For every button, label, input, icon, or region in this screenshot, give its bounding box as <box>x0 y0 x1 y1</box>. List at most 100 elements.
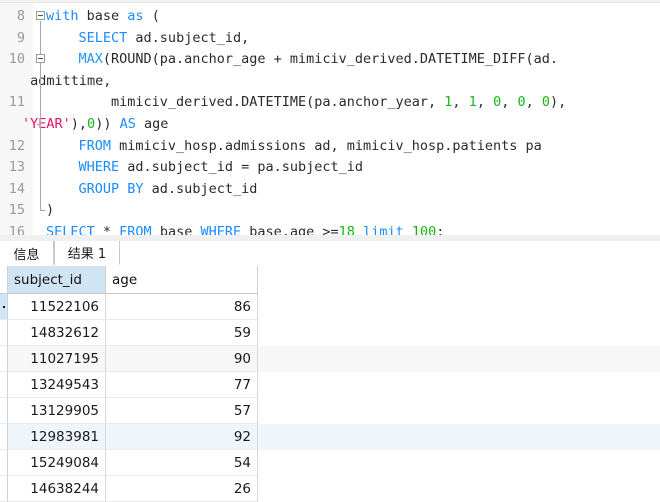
line-number: 14 <box>8 180 25 197</box>
cell-subject-id[interactable]: 14638244 <box>8 476 106 502</box>
line-number: 15 <box>8 202 25 219</box>
fold-collapse-icon[interactable] <box>36 54 45 64</box>
code-line[interactable]: SELECT * FROM base WHERE base.age >=18 l… <box>46 222 444 235</box>
code-line[interactable]: mimiciv_derived.DATETIME(pa.anchor_year,… <box>46 92 566 114</box>
cell-subject-id[interactable]: 15249084 <box>8 450 106 476</box>
code-token: 0 <box>493 94 502 111</box>
table-row[interactable]: 13249543 77 <box>0 372 660 398</box>
column-header-subject_id[interactable]: subject_id <box>8 266 106 294</box>
cell-subject-id[interactable]: 13129905 <box>8 398 106 424</box>
results-grid[interactable]: subject_id age 11522106 86 14832612 59 110271… <box>0 266 660 502</box>
code-token: (ROUND(pa.anchor_age + mimiciv_derived.D… <box>102 51 559 68</box>
results-tabstrip[interactable]: 信息 结果 1 <box>0 241 660 265</box>
cell-subject-id[interactable]: 11027195 <box>8 346 106 372</box>
code-line[interactable]: 'YEAR'),0)) AS age <box>22 114 168 136</box>
cell-age[interactable]: 77 <box>106 372 258 398</box>
cell-subject-id[interactable]: 14832612 <box>8 320 106 346</box>
row-header-selector[interactable] <box>0 398 8 424</box>
sql-code-area[interactable]: 8 with base as (9 SELECT ad.subject_id, 10… <box>0 3 660 235</box>
row-header-selector[interactable] <box>0 294 8 320</box>
code-token: ), <box>550 94 567 111</box>
code-token: base <box>78 8 128 24</box>
grid-header-row[interactable]: subject_id age <box>0 266 660 294</box>
line-number: 9 <box>16 29 25 46</box>
cell-subject-id[interactable]: 13249543 <box>8 372 106 398</box>
code-token: with <box>46 8 79 24</box>
row-header-selector[interactable] <box>0 476 8 502</box>
code-line[interactable]: admittime, <box>22 71 111 93</box>
cell-subject-id[interactable]: 11522106 <box>8 294 106 320</box>
cell-age[interactable]: 26 <box>106 476 258 502</box>
fold-guideline <box>40 21 41 211</box>
code-token: 'YEAR' <box>22 116 71 132</box>
row-header-selector[interactable] <box>0 372 8 398</box>
code-token: age <box>135 116 169 132</box>
table-row[interactable]: 14832612 59 <box>0 320 660 346</box>
results-tab-info[interactable]: 信息 <box>0 241 54 265</box>
column-header-age[interactable]: age <box>106 266 258 294</box>
current-row-marker-icon <box>3 306 5 308</box>
code-token: as <box>127 8 144 24</box>
code-token: 0 <box>87 116 96 132</box>
code-token: , <box>525 94 542 111</box>
code-line[interactable]: GROUP BY ad.subject_id <box>46 179 258 201</box>
code-token: )) <box>95 116 120 132</box>
row-header-selector[interactable] <box>0 424 8 450</box>
code-token: ) <box>46 202 55 219</box>
sql-editor-panel[interactable]: 8 with base as (9 SELECT ad.subject_id, 10… <box>0 3 660 235</box>
table-row[interactable]: 12983981 92 <box>0 424 660 450</box>
code-token: mimiciv_hosp.admissions ad, mimiciv_hosp… <box>111 137 542 154</box>
cell-age[interactable]: 54 <box>106 450 258 476</box>
code-line[interactable]: WHERE ad.subject_id = pa.subject_id <box>46 157 363 179</box>
cell-age[interactable]: 92 <box>106 424 258 450</box>
row-header-selector[interactable] <box>0 346 8 372</box>
code-token: 0 <box>541 94 551 111</box>
table-row[interactable]: 11027195 90 <box>0 346 660 372</box>
cell-age[interactable]: 59 <box>106 320 258 346</box>
code-token: SELECT <box>78 29 128 46</box>
cell-age[interactable]: 86 <box>106 294 258 320</box>
code-token: , <box>476 94 494 111</box>
code-token: ad.subject_id = pa.subject_id <box>119 159 363 176</box>
code-line[interactable]: MAX(ROUND(pa.anchor_age + mimiciv_derive… <box>46 49 559 71</box>
code-line[interactable]: SELECT ad.subject_id, <box>46 28 250 50</box>
table-row[interactable]: 14638244 26 <box>0 476 660 502</box>
code-token: admittime, <box>22 72 112 89</box>
grid-corner-header[interactable] <box>0 266 8 294</box>
code-token: mimiciv_derived.DATETIME(pa.anchor_year, <box>46 94 445 111</box>
row-header-selector[interactable] <box>0 450 8 476</box>
code-token: base <box>151 224 201 235</box>
results-tab-result[interactable]: 结果 1 <box>54 241 120 265</box>
tab-label: 结果 1 <box>67 247 107 262</box>
line-number: 13 <box>8 159 25 176</box>
code-line[interactable]: ) <box>46 200 54 222</box>
code-line[interactable]: FROM mimiciv_hosp.admissions ad, mimiciv… <box>46 136 542 158</box>
code-token: AS <box>119 116 136 132</box>
results-panel: 信息 结果 1 subject_id age 11522106 86 14832612 5… <box>0 241 660 502</box>
table-row[interactable]: 13129905 57 <box>0 398 660 424</box>
cell-age[interactable]: 57 <box>106 398 258 424</box>
code-token: MAX <box>78 51 103 68</box>
table-row[interactable]: 15249084 54 <box>0 450 660 476</box>
code-line[interactable]: with base as ( <box>46 6 160 28</box>
code-token: limit <box>363 224 404 235</box>
code-token: ad.subject_id <box>143 180 258 197</box>
code-token: , <box>452 94 469 111</box>
row-header-selector[interactable] <box>0 320 8 346</box>
fold-end-marker <box>40 210 45 212</box>
line-number: 10 <box>8 51 25 68</box>
fold-collapse-icon[interactable] <box>36 11 45 20</box>
tab-label: 信息 <box>13 247 40 263</box>
code-token: , <box>501 94 518 111</box>
cell-subject-id[interactable]: 12983981 <box>8 424 106 450</box>
code-token: ), <box>70 116 88 132</box>
table-row[interactable]: 11522106 86 <box>0 294 660 320</box>
cell-age[interactable]: 90 <box>106 346 258 372</box>
tabstrip-empty-area <box>120 241 660 265</box>
code-token: WHERE <box>200 224 242 235</box>
